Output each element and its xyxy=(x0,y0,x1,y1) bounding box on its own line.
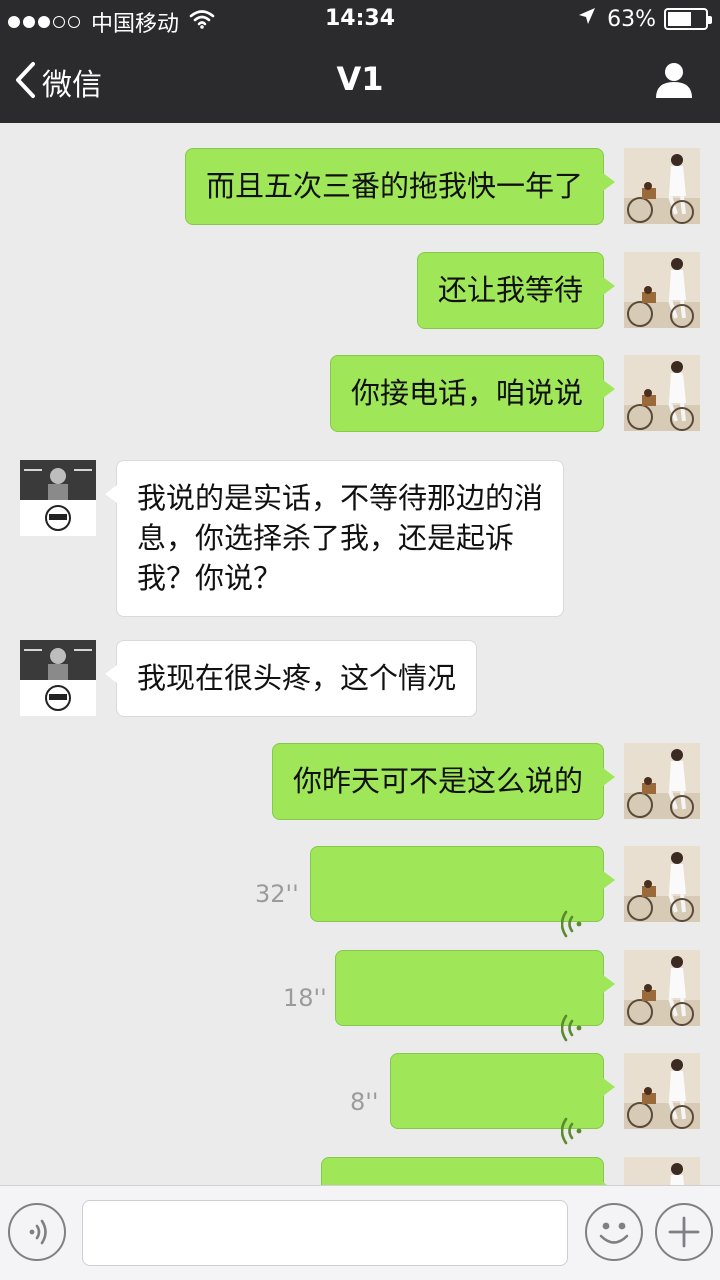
voice-duration: 32'' xyxy=(255,880,299,908)
my-avatar[interactable] xyxy=(624,355,700,431)
my-avatar[interactable] xyxy=(624,950,700,1026)
voice-message-bubble[interactable] xyxy=(321,1157,615,1185)
battery-icon xyxy=(664,8,712,30)
voice-message-bubble[interactable] xyxy=(335,950,615,1042)
nav-bar: 微信 V1 xyxy=(0,40,720,123)
message-bubble-sent[interactable]: 还让我等待 xyxy=(416,252,616,329)
message-bubble-sent[interactable]: 你昨天可不是这么说的 xyxy=(271,743,616,820)
voice-duration: 8'' xyxy=(350,1088,379,1116)
status-bar: 中国移动 14:34 63% xyxy=(0,0,720,40)
my-avatar[interactable] xyxy=(624,1053,700,1129)
plus-icon xyxy=(657,1216,711,1263)
emoji-button[interactable] xyxy=(585,1203,643,1261)
message-bubble-received[interactable]: 我现在很头疼，这个情况 xyxy=(104,640,478,717)
chat-area[interactable]: 而且五次三番的拖我快一年了 还让我等待 你接电话，咱说说 我说的是实话，不等待那… xyxy=(0,123,720,1185)
emoji-icon xyxy=(587,1222,641,1263)
voice-mode-button[interactable] xyxy=(8,1203,66,1261)
top-bar: 中国移动 14:34 63% 微信 V1 xyxy=(0,0,720,123)
message-bubble-received[interactable]: 我说的是实话，不等待那边的消 息，你选择杀了我，还是起诉 我？你说？ xyxy=(104,460,565,617)
person-icon xyxy=(654,63,694,104)
battery-level xyxy=(668,12,691,26)
status-right: 63% xyxy=(577,6,712,32)
voice-message-bubble[interactable] xyxy=(310,846,615,938)
my-avatar[interactable] xyxy=(624,846,700,922)
location-arrow-icon xyxy=(577,6,597,32)
voice-mode-icon xyxy=(10,1219,64,1263)
my-avatar[interactable] xyxy=(624,1157,700,1185)
battery-percent: 63% xyxy=(607,6,656,32)
message-bubble-sent[interactable]: 而且五次三番的拖我快一年了 xyxy=(184,148,616,225)
more-button[interactable] xyxy=(655,1203,713,1261)
voice-message-bubble[interactable] xyxy=(390,1053,615,1145)
contact-avatar[interactable] xyxy=(20,640,96,716)
message-input[interactable] xyxy=(82,1200,568,1266)
contact-avatar[interactable] xyxy=(20,460,96,536)
input-bar xyxy=(0,1185,720,1280)
voice-duration: 18'' xyxy=(283,984,327,1012)
my-avatar[interactable] xyxy=(624,743,700,819)
my-avatar[interactable] xyxy=(624,252,700,328)
profile-button[interactable] xyxy=(654,60,694,104)
chat-title: V1 xyxy=(336,60,384,98)
message-bubble-sent[interactable]: 你接电话，咱说说 xyxy=(329,355,616,432)
my-avatar[interactable] xyxy=(624,148,700,224)
